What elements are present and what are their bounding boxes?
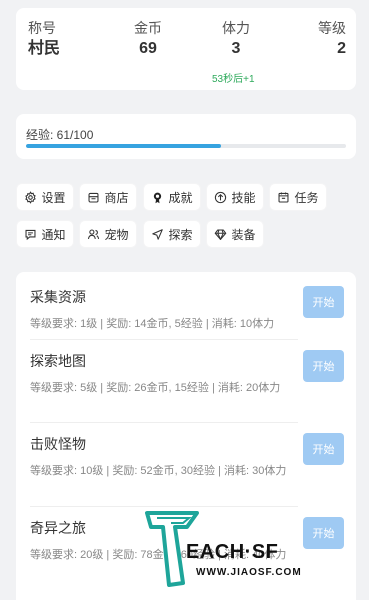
equipment-button[interactable]: 装备 [206, 220, 264, 248]
achievements-button[interactable]: 成就 [143, 183, 201, 211]
divider [30, 339, 298, 340]
task-item: 采集资源 等级要求: 1级 | 奖励: 14金币, 5经验 | 消耗: 10体力… [30, 286, 344, 334]
notifications-button[interactable]: 通知 [16, 220, 74, 248]
level-label: 等级 [318, 20, 346, 36]
navigation-icon [151, 228, 164, 241]
skills-button[interactable]: 技能 [206, 183, 264, 211]
task-description: 等级要求: 10级 | 奖励: 52金币, 30经验 | 消耗: 30体力 [30, 465, 287, 477]
stat-title: 称号 村民 [28, 20, 60, 58]
pets-label: 宠物 [104, 227, 129, 242]
stat-level: 等级 2 [318, 20, 346, 58]
divider [30, 422, 298, 423]
level-value: 2 [337, 40, 346, 57]
task-name: 采集资源 [30, 289, 86, 305]
equipment-label: 装备 [231, 227, 256, 242]
experience-card: 经验: 61/100 [16, 114, 356, 159]
stamina-regen-timer: 53秒后+1 [212, 74, 255, 85]
title-label: 称号 [28, 20, 56, 36]
start-task-button[interactable]: 开始 [303, 350, 344, 382]
watermark-url: WWW.JIAOSF.COM [196, 567, 302, 578]
calendar-icon [277, 191, 290, 204]
task-description: 等级要求: 1级 | 奖励: 14金币, 5经验 | 消耗: 10体力 [30, 318, 275, 330]
start-task-button[interactable]: 开始 [303, 286, 344, 318]
stamina-value: 3 [231, 40, 241, 57]
quests-button[interactable]: 任务 [269, 183, 327, 211]
store-button[interactable]: 商店 [79, 183, 137, 211]
settings-label: 设置 [41, 190, 66, 205]
stamina-label: 体力 [222, 20, 250, 36]
coins-value: 69 [139, 40, 157, 57]
explore-label: 探索 [168, 227, 193, 242]
pet-icon [87, 228, 100, 241]
store-label: 商店 [104, 190, 129, 205]
arrow-up-circle-icon [214, 191, 227, 204]
watermark-brand: EACH·SF [186, 541, 279, 563]
title-value: 村民 [28, 40, 61, 57]
explore-button[interactable]: 探索 [143, 220, 201, 248]
experience-bar [26, 144, 346, 148]
stats-card: 称号 村民 金币 69 体力 3 53秒后+1 等级 2 [16, 8, 356, 90]
store-icon [87, 191, 100, 204]
achievements-label: 成就 [168, 190, 193, 205]
skills-label: 技能 [231, 190, 256, 205]
task-item: 探索地图 等级要求: 5级 | 奖励: 26金币, 15经验 | 消耗: 20体… [30, 350, 344, 398]
experience-label: 经验: 61/100 [26, 128, 94, 142]
medal-icon [151, 191, 164, 204]
message-icon [24, 228, 37, 241]
notifications-label: 通知 [41, 227, 66, 242]
experience-bar-fill [26, 144, 222, 148]
gear-icon [24, 190, 37, 204]
task-description: 等级要求: 5级 | 奖励: 26金币, 15经验 | 消耗: 20体力 [30, 382, 281, 394]
task-name: 击败怪物 [30, 436, 86, 452]
task-name: 探索地图 [30, 353, 86, 369]
quests-label: 任务 [294, 190, 319, 205]
settings-button[interactable]: 设置 [16, 183, 74, 211]
task-item: 击败怪物 等级要求: 10级 | 奖励: 52金币, 30经验 | 消耗: 30… [30, 433, 344, 481]
pets-button[interactable]: 宠物 [79, 220, 137, 248]
start-task-button[interactable]: 开始 [303, 433, 344, 465]
diamond-icon [214, 228, 227, 241]
stat-coins: 金币 69 [126, 20, 170, 58]
stat-stamina: 体力 3 [216, 20, 256, 58]
coins-label: 金币 [134, 20, 162, 36]
